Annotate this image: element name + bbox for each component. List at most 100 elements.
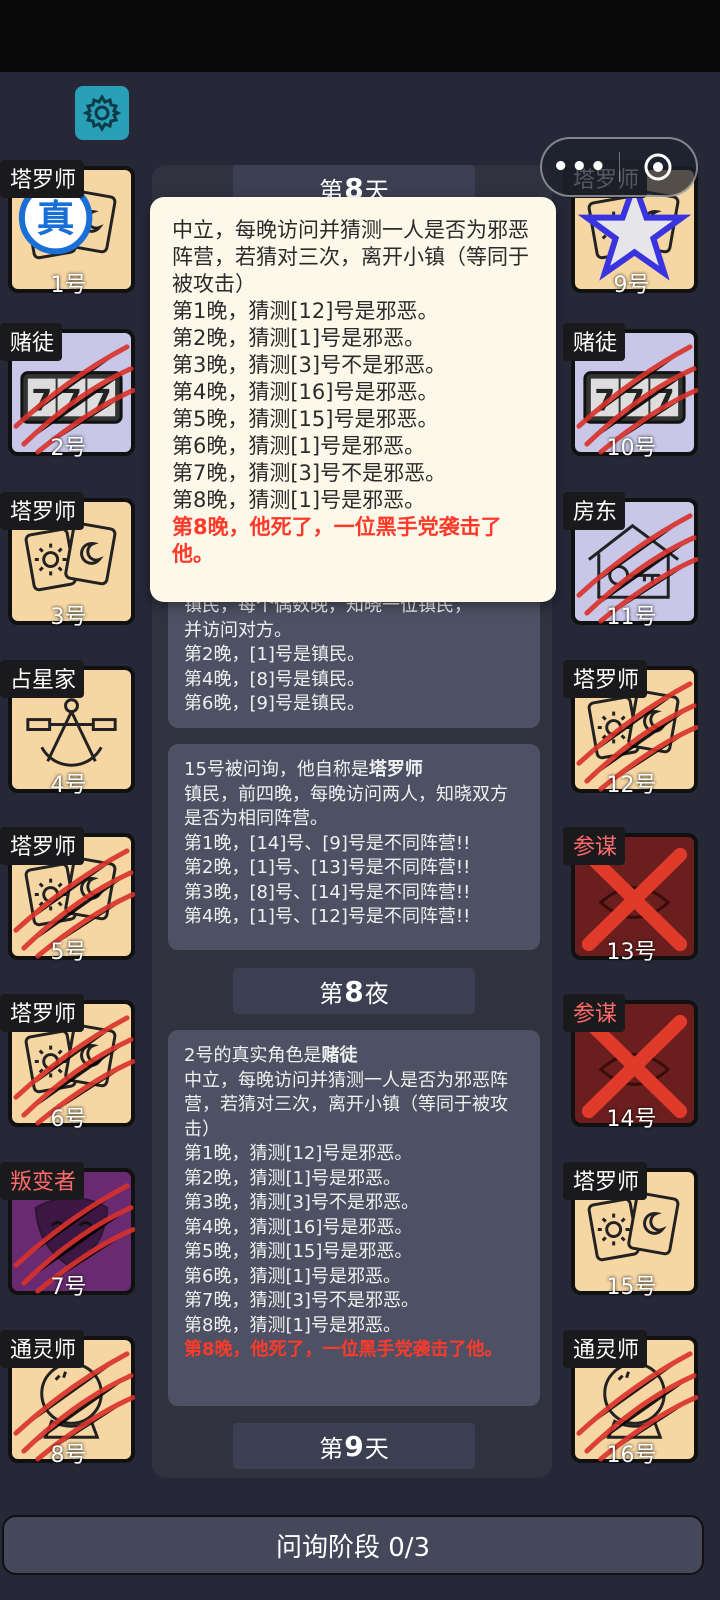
player-slot[interactable]: 通灵师 8号	[0, 1330, 137, 1468]
player-number: 14号	[606, 1107, 657, 1132]
log-line: 第1晚，猜测[12]号是邪恶。	[184, 1143, 413, 1164]
more-icon: •••	[552, 152, 609, 182]
popup-line: 第8晚，猜测[1]号是邪恶。	[172, 488, 426, 512]
player-number: 1号	[50, 273, 87, 298]
role-label: 叛变者	[0, 1162, 85, 1200]
log-line: 第4晚，[1]号、[12]号是不同阵营!!	[184, 906, 471, 927]
popup-line: 中立，每晚访问并猜测一人是否为邪恶阵营，若猜对三次，离开小镇（等同于被攻击）	[172, 218, 529, 296]
player-slot[interactable]: 777赌徒2号	[0, 323, 137, 461]
player-slot[interactable]: 塔罗师 12号	[563, 660, 700, 798]
player-number: 10号	[606, 436, 657, 461]
player-slot[interactable]: 叛变者 7号	[0, 1162, 137, 1300]
log-line: 第3晚，[8]号、[14]号是不同阵营!!	[184, 881, 471, 903]
role-info-popup[interactable]: 中立，每晚访问并猜测一人是否为邪恶阵营，若猜对三次，离开小镇（等同于被攻击） 第…	[150, 197, 556, 602]
player-slot[interactable]: 塔罗师 6号	[0, 994, 137, 1132]
day-prefix: 第	[319, 1434, 344, 1463]
player-number: 3号	[50, 605, 87, 630]
log-line: 第2晚，[1]号、[13]号是不同阵营!!	[184, 857, 471, 878]
popup-line: 第2晚，猜测[1]号是邪恶。	[172, 326, 426, 350]
player-number: 15号	[606, 1275, 657, 1300]
player-number: 12号	[606, 773, 657, 798]
player-slot[interactable]: 参谋 14号	[563, 994, 700, 1132]
popup-line: 第3晚，猜测[3]号不是邪恶。	[172, 353, 447, 377]
svg-text:真: 真	[37, 196, 75, 240]
log-heading-text: 15号被问询，他自称是	[184, 759, 369, 780]
log-line: 第5晚，猜测[15]号是邪恶。	[184, 1241, 413, 1262]
player-number: 13号	[606, 940, 657, 965]
role-label: 塔罗师	[0, 827, 85, 865]
death-notice: 第8晚，他死了，一位黑手党袭击了他。	[172, 515, 502, 566]
log-line: 第4晚，猜测[16]号是邪恶。	[184, 1216, 413, 1238]
phase-label: 问询阶段 0/3	[275, 1532, 431, 1563]
role-label: 塔罗师	[0, 492, 85, 530]
log-line: 第6晚，猜测[1]号是邪恶。	[184, 1265, 401, 1287]
popup-line: 第4晚，猜测[16]号是邪恶。	[172, 380, 439, 404]
role-label: 参谋	[563, 827, 626, 865]
player-slot[interactable]: 通灵师 16号	[563, 1330, 700, 1468]
player-number: 6号	[50, 1107, 87, 1132]
player-number: 8号	[50, 1443, 87, 1468]
player-slot[interactable]: 占星家 4号	[0, 660, 137, 798]
player-number: 11号	[606, 605, 657, 630]
log-heading-role: 赌徒	[321, 1045, 358, 1066]
role-label: 通灵师	[563, 1330, 648, 1368]
day-number: 9	[344, 1429, 364, 1463]
player-number: 7号	[50, 1275, 87, 1300]
day-prefix: 第	[319, 979, 344, 1008]
log-line: 第1晚，[14]号、[9]号是不同阵营!!	[184, 832, 471, 854]
role-label: 赌徒	[0, 323, 63, 361]
popup-line: 第1晚，猜测[12]号是邪恶。	[172, 299, 439, 323]
log-heading-text: 2号的真实角色是	[184, 1045, 322, 1066]
log-line: 第2晚，[1]号是镇民。	[184, 644, 365, 665]
phase-bar: 问询阶段 0/3	[2, 1515, 704, 1575]
player-number: 4号	[50, 773, 87, 798]
day-header: 第9天	[233, 1423, 475, 1469]
settings-button[interactable]	[75, 86, 129, 140]
role-label: 塔罗师	[0, 160, 85, 198]
player-number: 5号	[50, 940, 87, 965]
status-bar	[0, 0, 720, 72]
log-line: 第8晚，猜测[1]号是邪恶。	[184, 1314, 401, 1336]
log-line: 第6晚，[9]号是镇民。	[184, 693, 365, 714]
player-number: 9号	[613, 273, 650, 298]
log-line: 第7晚，猜测[3]号不是邪恶。	[184, 1290, 419, 1311]
role-label: 赌徒	[563, 323, 626, 361]
player-slot[interactable]: 参谋 13号	[563, 827, 700, 965]
day-suffix: 夜	[364, 979, 389, 1008]
role-label: 塔罗师	[0, 994, 85, 1032]
role-label: 占星家	[0, 660, 85, 698]
log-line: 并访问对方。	[184, 619, 292, 641]
role-label: 参谋	[563, 994, 626, 1032]
player-number: 16号	[606, 1443, 657, 1468]
log-card: 2号的真实角色是赌徒 中立，每晚访问并猜测一人是否为邪恶阵营，若猜对三次，离开小…	[168, 1030, 540, 1406]
log-heading-role: 塔罗师	[368, 759, 423, 780]
player-slot[interactable]: 塔罗师 15号	[563, 1162, 700, 1300]
player-slot[interactable]: 777赌徒10号	[563, 323, 700, 461]
more-button[interactable]: •••	[542, 139, 619, 195]
role-label: 塔罗师	[563, 660, 648, 698]
log-line: 中立，每晚访问并猜测一人是否为邪恶阵营，若猜对三次，离开小镇（等同于被攻击）	[184, 1069, 508, 1140]
night-header: 第8夜	[233, 968, 475, 1014]
log-heading: 2号的真实角色是赌徒	[184, 1044, 524, 1069]
log-heading: 15号被问询，他自称是塔罗师	[184, 758, 524, 783]
popup-line: 第6晚，猜测[1]号是邪恶。	[172, 434, 426, 458]
popup-line: 第5晚，猜测[15]号是邪恶。	[172, 407, 439, 431]
log-line: 镇民，前四晚，每晚访问两人，知晓双方是否为相同阵营。	[184, 783, 508, 830]
player-slot[interactable]: 塔罗师 3号	[0, 492, 137, 630]
day-number: 8	[344, 974, 364, 1008]
log-line: 第3晚，猜测[3]号不是邪恶。	[184, 1192, 419, 1213]
close-button[interactable]	[620, 139, 697, 195]
log-line: 第2晚，猜测[1]号是邪恶。	[184, 1167, 401, 1189]
day-suffix: 天	[364, 1434, 389, 1463]
popup-line: 第7晚，猜测[3]号不是邪恶。	[172, 461, 447, 485]
player-slot[interactable]: 房东 11号	[563, 492, 700, 630]
log-line: 第4晚，[8]号是镇民。	[184, 668, 365, 690]
mini-program-capsule: •••	[540, 137, 698, 197]
player-slot[interactable]: 塔罗师 5号	[0, 827, 137, 965]
role-label: 通灵师	[0, 1330, 85, 1368]
log-card: 镇民，每个偶数晚，知晓一位镇民， 并访问对方。 第2晚，[1]号是镇民。 第4晚…	[168, 582, 540, 728]
player-slot[interactable]: 真塔罗师 1号	[0, 160, 137, 298]
gear-icon	[82, 94, 122, 132]
role-label: 塔罗师	[563, 1162, 648, 1200]
log-card: 15号被问询，他自称是塔罗师 镇民，前四晚，每晚访问两人，知晓双方是否为相同阵营…	[168, 744, 540, 950]
